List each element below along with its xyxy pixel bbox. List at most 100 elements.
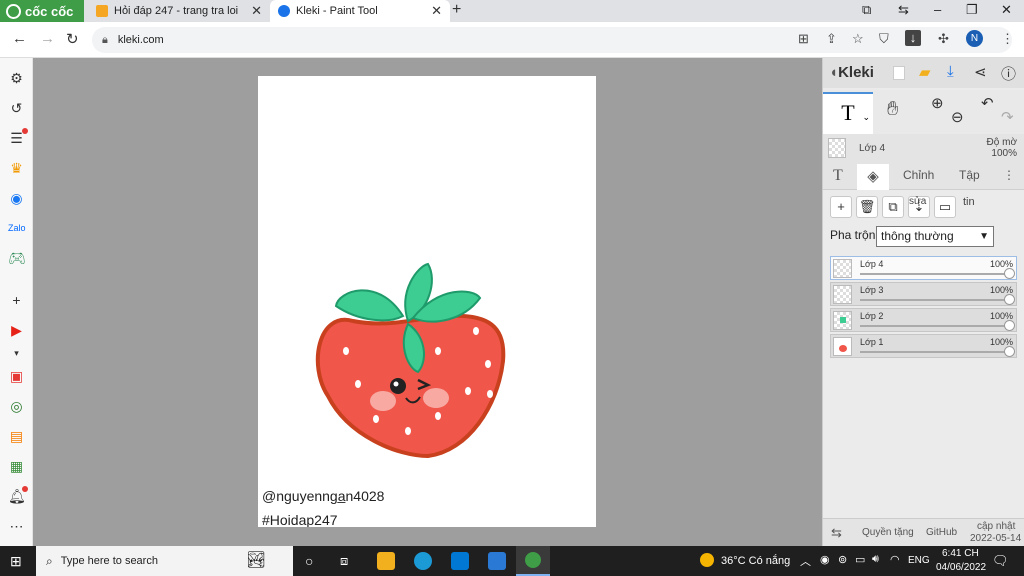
slider-handle[interactable] xyxy=(1004,268,1015,279)
crown-icon[interactable]: ♛ xyxy=(8,160,25,177)
meet-icon[interactable]: ⊚ xyxy=(838,553,847,566)
file-explorer-icon[interactable] xyxy=(377,552,395,570)
weather-text[interactable]: 36°C Có nắng xyxy=(721,555,790,567)
new-image-icon[interactable] xyxy=(893,66,905,80)
windows-start-icon[interactable]: ⊞ xyxy=(10,553,22,570)
update-date[interactable]: 2022-05-14 xyxy=(970,533,1021,544)
tab-kleki[interactable]: Kleki - Paint Tool ✕ xyxy=(270,0,450,22)
close-tab-icon[interactable]: ✕ xyxy=(251,3,262,19)
layer-row[interactable]: Lớp 4 100% xyxy=(830,256,1017,280)
minimize-icon[interactable]: – xyxy=(934,2,941,17)
back-forward-icon[interactable]: ⇆ xyxy=(898,2,909,18)
taskbar-search[interactable]: ⌕ Type here to search 🏞︎ xyxy=(36,546,293,576)
coccoc-logo[interactable]: cốc cốc xyxy=(0,0,84,22)
text-tool[interactable]: T ⌄ xyxy=(823,92,873,134)
redo-icon[interactable]: ↷ xyxy=(1001,108,1014,126)
mail-icon[interactable] xyxy=(488,552,506,570)
sheet-icon[interactable]: ▦ xyxy=(8,458,25,475)
extensions-icon[interactable]: ✣ xyxy=(938,31,949,47)
store-icon[interactable] xyxy=(451,552,469,570)
back-icon[interactable]: ← xyxy=(12,30,27,47)
history-icon[interactable]: ↺ xyxy=(8,100,25,117)
clock-time[interactable]: 6:41 CH xyxy=(942,548,979,559)
add-icon[interactable]: + xyxy=(8,292,25,309)
share-icon[interactable]: ⇪ xyxy=(826,31,837,47)
drawing-canvas[interactable]: @nguyennga̲n4028 #Hoidap247 xyxy=(258,76,596,527)
zoom-out-icon[interactable]: ⊖ xyxy=(951,108,964,126)
layer-opacity-slider[interactable] xyxy=(860,299,1010,301)
layer-thumbnail xyxy=(833,259,852,278)
settings-icon[interactable]: ⚙ xyxy=(8,70,25,87)
screenshot-icon[interactable]: ⧉ xyxy=(862,2,871,18)
shield-icon[interactable]: ⛉ xyxy=(879,31,889,47)
youtube-icon[interactable]: ▶ xyxy=(8,322,25,339)
tab-hoidap247[interactable]: Hỏi đáp 247 - trang tra loi ✕ xyxy=(88,0,270,22)
hand-tool-icon[interactable]: ✋︎ xyxy=(887,98,898,121)
layer-opacity-slider[interactable] xyxy=(860,351,1010,353)
shopping-icon[interactable]: ▣ xyxy=(8,368,25,385)
map-icon[interactable]: ◎ xyxy=(8,398,25,415)
github-link[interactable]: GitHub xyxy=(926,527,957,538)
bookmark-star-icon[interactable]: ☆ xyxy=(852,31,864,47)
delete-layer-icon[interactable]: 🗑︎ xyxy=(856,196,878,218)
coccoc-taskbar-button[interactable] xyxy=(516,546,550,576)
blend-mode-select[interactable]: thông thường ▼ xyxy=(876,226,994,247)
slider-handle[interactable] xyxy=(1004,320,1015,331)
tab-file[interactable]: Tập xyxy=(959,168,980,182)
restore-icon[interactable]: ❐ xyxy=(966,2,978,18)
zalo-icon[interactable]: Zalo xyxy=(8,220,26,237)
share-icon[interactable]: ⋖ xyxy=(974,63,987,81)
url-field[interactable]: 🔒︎ kleki.com xyxy=(92,27,1012,53)
edge-icon[interactable] xyxy=(414,552,432,570)
kleki-header: ◖Kleki ▰ ⤓ ⋖ ⓘ xyxy=(823,58,1024,88)
notification-center-icon[interactable]: 🗨︎ xyxy=(992,553,1009,569)
close-window-icon[interactable]: ✕ xyxy=(1001,2,1012,18)
close-tab-icon[interactable]: ✕ xyxy=(431,3,442,19)
battery-icon[interactable]: ▭ xyxy=(855,553,865,566)
help-icon[interactable]: ⓘ xyxy=(1001,63,1016,84)
tab-adjust[interactable]: Chỉnh xyxy=(903,168,934,182)
tab-layers-icon[interactable]: ◈ xyxy=(857,164,889,190)
layer-opacity-slider[interactable] xyxy=(860,273,1010,275)
forward-icon[interactable]: → xyxy=(40,30,55,47)
privacy-link[interactable]: Quyền tặng xyxy=(862,527,914,538)
more-vertical-icon[interactable]: ⋮ xyxy=(1003,168,1015,182)
chevron-down-icon[interactable]: ▾ xyxy=(8,345,25,362)
wifi-icon[interactable]: ◠ xyxy=(890,553,900,566)
tray-chevron-up-icon[interactable]: ︿ xyxy=(800,553,811,569)
duplicate-layer-icon[interactable]: ⧉ xyxy=(882,196,904,218)
kleki-logo[interactable]: ◖Kleki xyxy=(829,64,874,81)
zoom-in-icon[interactable]: ⊕ xyxy=(931,94,944,112)
reload-icon[interactable]: ↻ xyxy=(66,30,79,48)
add-layer-icon[interactable]: + xyxy=(830,196,852,218)
layer-opacity-slider[interactable] xyxy=(860,325,1010,327)
task-view-icon[interactable]: ⧈ xyxy=(340,553,348,569)
slider-handle[interactable] xyxy=(1004,346,1015,357)
undo-icon[interactable]: ↶ xyxy=(981,94,994,112)
layer-row[interactable]: Lớp 3 100% xyxy=(830,282,1017,306)
layer-row[interactable]: Lớp 2 100% xyxy=(830,308,1017,332)
save-download-icon[interactable]: ⤓ xyxy=(947,63,954,80)
cortana-icon[interactable]: ○ xyxy=(305,553,313,569)
chevron-down-icon[interactable]: ⌄ xyxy=(862,98,870,136)
kleki-canvas-area[interactable]: @nguyennga̲n4028 #Hoidap247 xyxy=(33,58,822,546)
swap-side-icon[interactable]: ⇆ xyxy=(831,525,842,541)
shop-icon[interactable]: ▤ xyxy=(8,428,25,445)
menu-icon[interactable]: ⋮ xyxy=(1001,31,1014,47)
slider-handle[interactable] xyxy=(1004,294,1015,305)
layer-row[interactable]: Lớp 1 100% xyxy=(830,334,1017,358)
tab-text-tool[interactable]: T xyxy=(833,167,843,185)
volume-icon[interactable]: 🔊︎ xyxy=(872,553,879,566)
input-language[interactable]: ENG xyxy=(908,555,930,566)
new-tab-icon[interactable]: + xyxy=(452,1,461,19)
messenger-icon[interactable]: ◉ xyxy=(8,190,25,207)
translate-icon[interactable]: ⊞ xyxy=(798,31,809,47)
more-icon[interactable]: ⋯ xyxy=(8,518,25,535)
profile-avatar[interactable]: N xyxy=(966,30,983,47)
clock-date[interactable]: 04/06/2022 xyxy=(936,562,986,573)
download-icon[interactable]: ↓ xyxy=(905,30,921,46)
open-file-icon[interactable]: ▰ xyxy=(919,63,931,81)
tray-app-icon[interactable]: ◉ xyxy=(820,553,830,566)
game-icon[interactable]: 🎮︎ xyxy=(8,250,26,267)
rename-layer-icon[interactable]: ▭ xyxy=(934,196,956,218)
